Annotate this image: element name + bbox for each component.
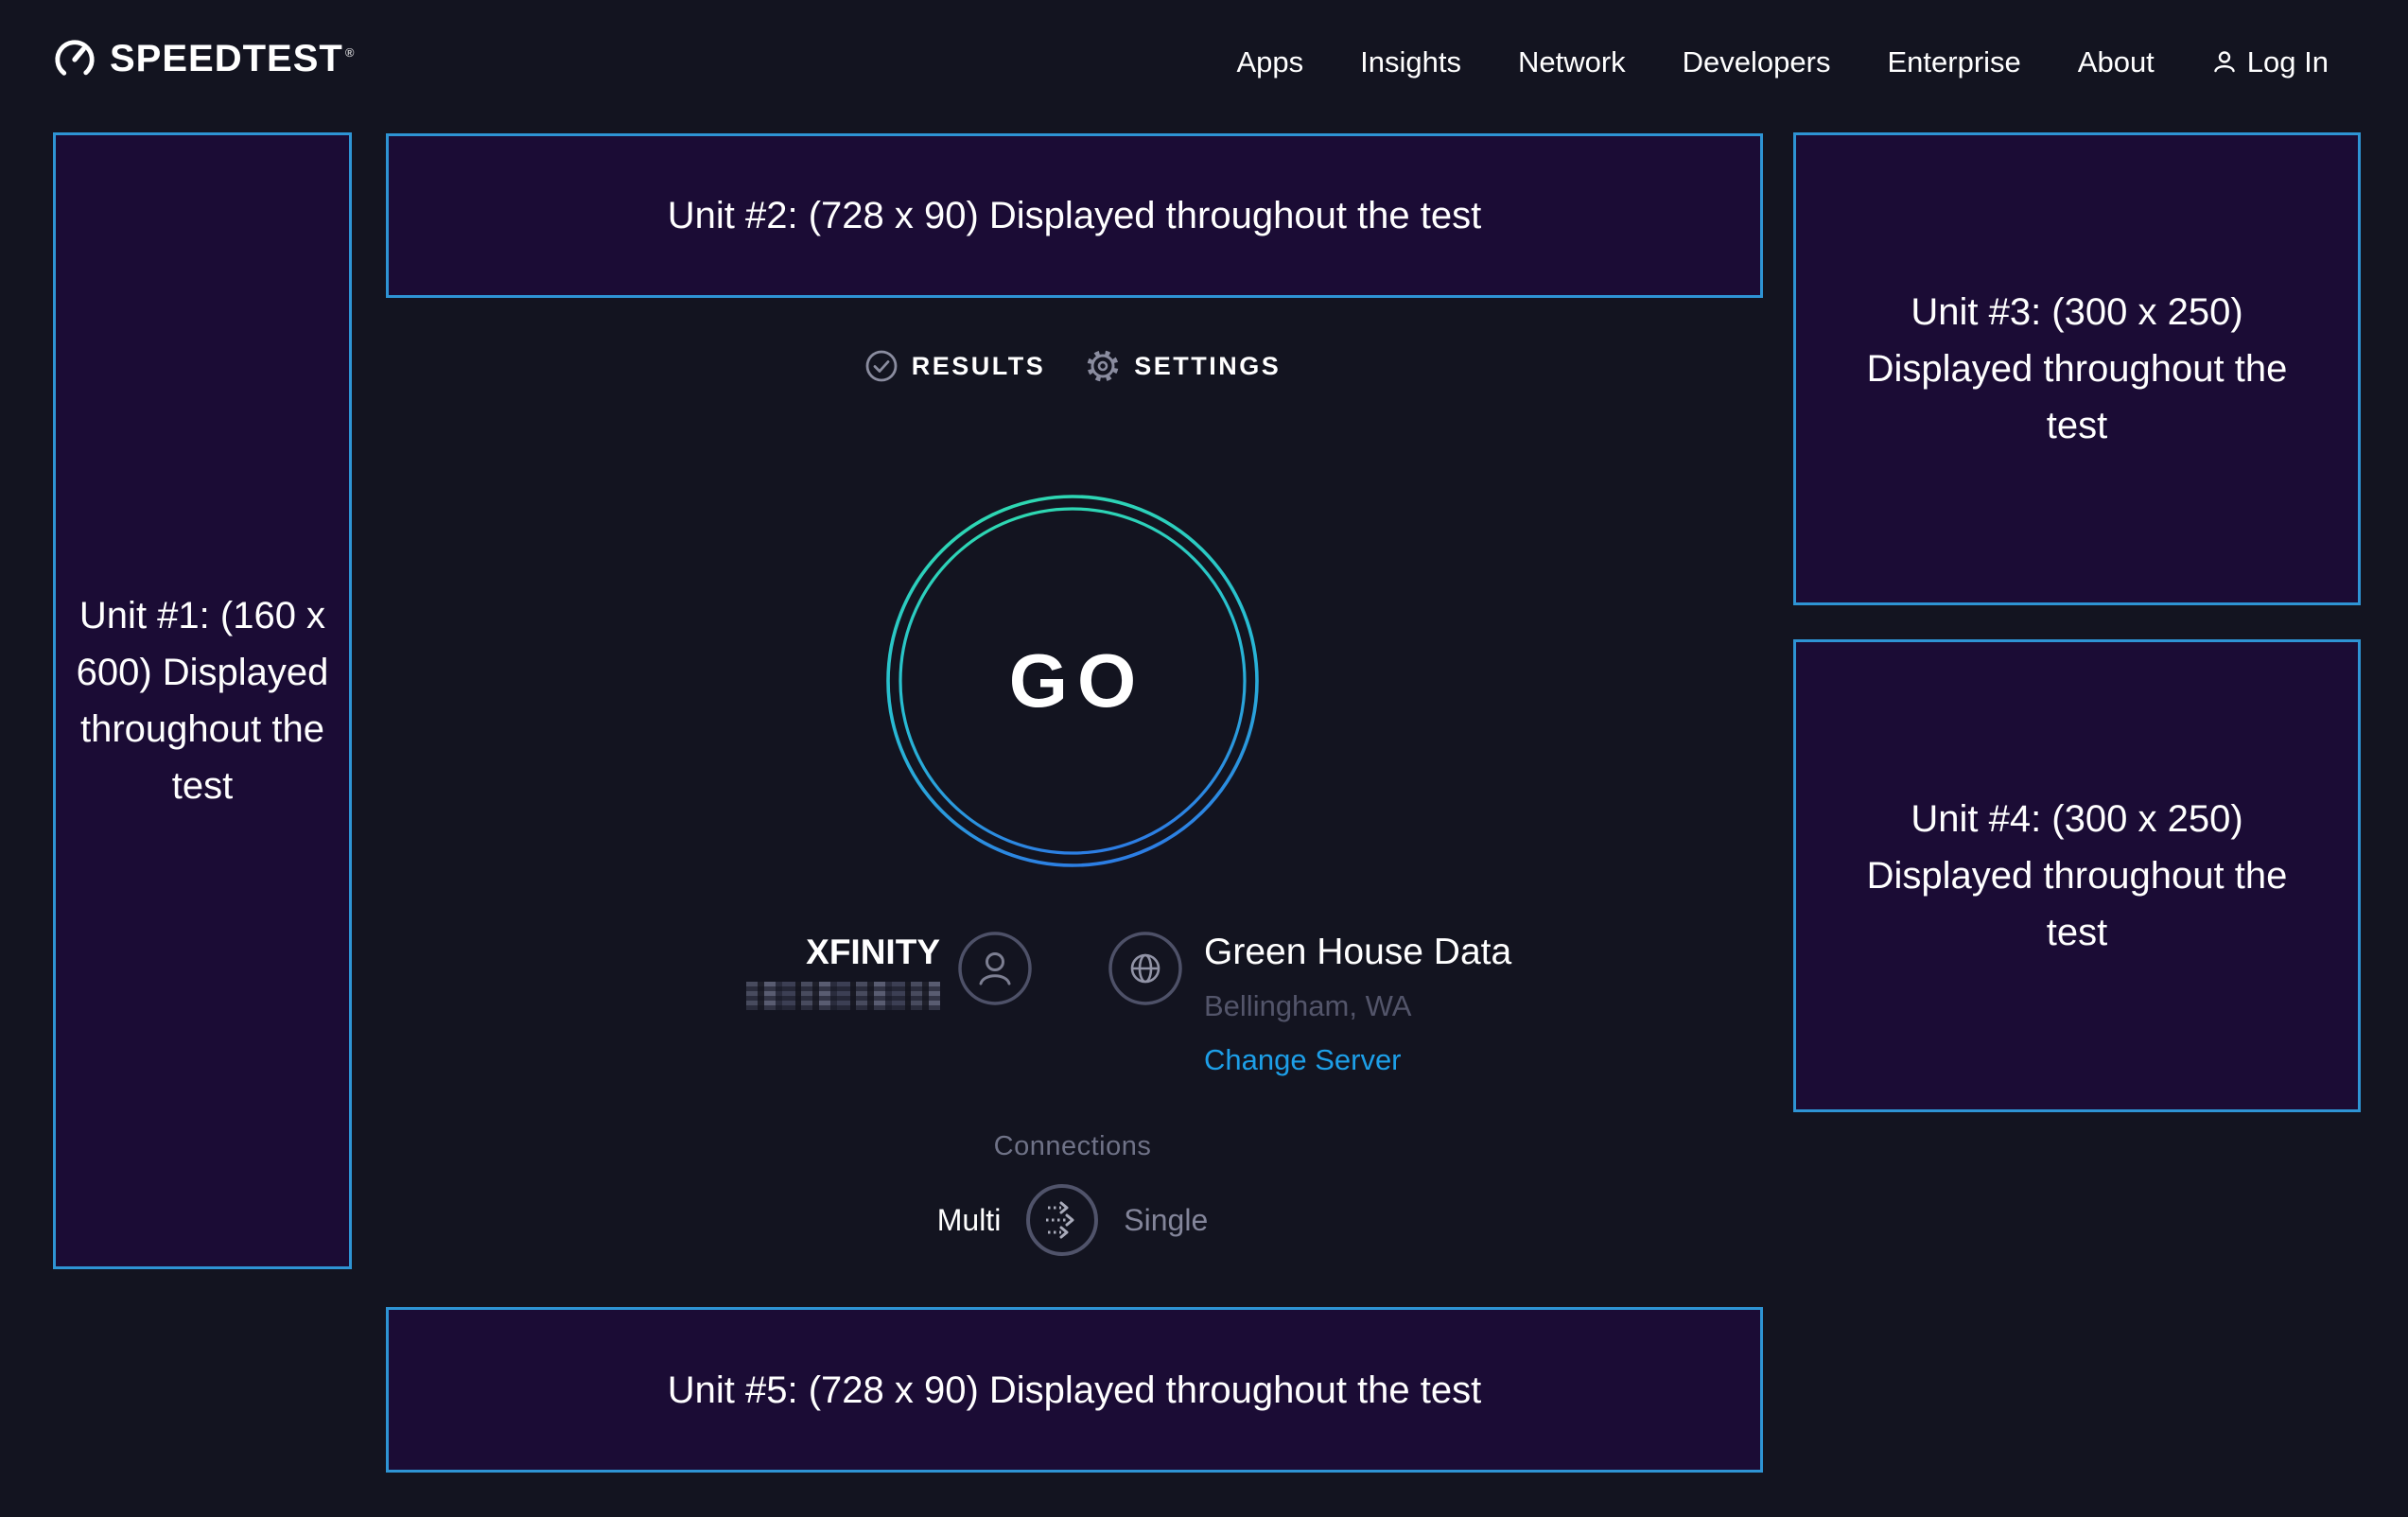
user-icon	[2211, 49, 2238, 76]
ad-unit-4-text: Unit #4: (300 x 250) Displayed throughou…	[1853, 791, 2301, 961]
speedometer-icon	[53, 36, 96, 81]
connections-single-label[interactable]: Single	[1124, 1203, 1208, 1238]
isp-user-icon	[957, 931, 1033, 1006]
tab-results-label: RESULTS	[912, 352, 1046, 381]
tab-settings-label: SETTINGS	[1134, 352, 1281, 381]
ad-unit-3-text: Unit #3: (300 x 250) Displayed throughou…	[1853, 284, 2301, 454]
globe-icon	[1108, 931, 1183, 1006]
connection-mode-toggle[interactable]	[1025, 1183, 1099, 1257]
isp-info: XFINITY	[746, 931, 940, 1010]
tab-results[interactable]: RESULTS	[864, 349, 1046, 383]
ad-unit-1-text: Unit #1: (160 x 600) Displayed throughou…	[73, 587, 332, 814]
sponsor-row: XFINITY	[352, 931, 1793, 1134]
connections-toggle-row: Multi Single	[352, 1183, 1793, 1257]
multi-arrows-icon	[1025, 1183, 1099, 1257]
login-button[interactable]: Log In	[2211, 45, 2329, 79]
connections-section: Connections Multi Single	[352, 1131, 1793, 1257]
ad-unit-4[interactable]: Unit #4: (300 x 250) Displayed throughou…	[1793, 639, 2361, 1112]
isp-block: XFINITY	[746, 931, 1033, 1010]
connections-label: Connections	[352, 1131, 1793, 1162]
logo-text: SPEEDTEST®	[110, 38, 355, 80]
nav-item-enterprise[interactable]: Enterprise	[1887, 45, 2020, 79]
change-server-link[interactable]: Change Server	[1204, 1043, 1402, 1077]
go-label: GO	[884, 493, 1261, 869]
nav-item-about[interactable]: About	[2078, 45, 2155, 79]
speedtest-page: SPEEDTEST® Apps Insights Network Develop…	[0, 0, 2408, 1517]
server-info: Green House Data Bellingham, WA Change S…	[1204, 931, 1511, 1077]
tab-settings[interactable]: SETTINGS	[1085, 348, 1281, 384]
redacted-ip	[746, 982, 940, 1010]
ad-unit-3[interactable]: Unit #3: (300 x 250) Displayed throughou…	[1793, 132, 2361, 605]
server-block: Green House Data Bellingham, WA Change S…	[1108, 931, 1511, 1077]
server-name: Green House Data	[1204, 931, 1511, 974]
test-panel: RESULTS SETTINGS	[352, 0, 1793, 1517]
go-button[interactable]: GO	[884, 493, 1261, 869]
ad-unit-1[interactable]: Unit #1: (160 x 600) Displayed throughou…	[53, 132, 352, 1269]
isp-name: XFINITY	[806, 931, 940, 974]
speedtest-logo[interactable]: SPEEDTEST®	[53, 36, 355, 81]
gear-icon	[1085, 348, 1121, 384]
tabs-row: RESULTS SETTINGS	[352, 348, 1793, 384]
login-label: Log In	[2247, 45, 2329, 79]
connections-multi-label[interactable]: Multi	[937, 1203, 1002, 1238]
check-circle-icon	[864, 349, 899, 383]
server-location: Bellingham, WA	[1204, 989, 1411, 1023]
